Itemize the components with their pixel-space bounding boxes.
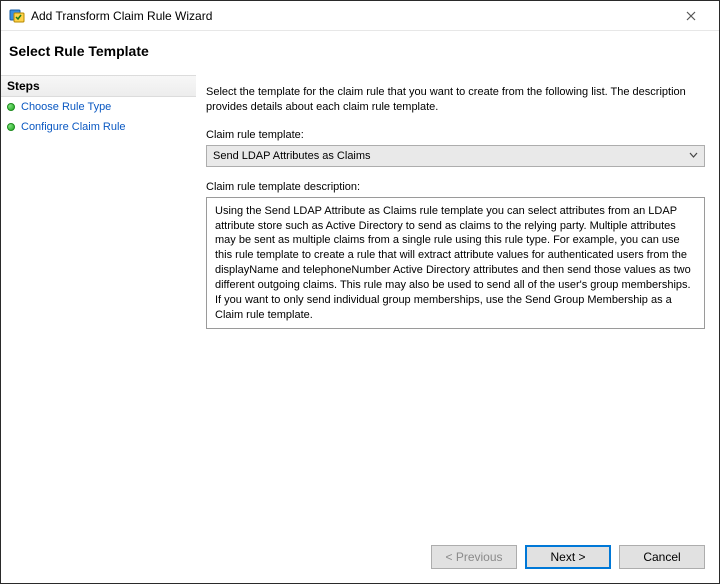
step-label: Choose Rule Type	[21, 101, 111, 113]
select-value: Send LDAP Attributes as Claims	[213, 150, 371, 162]
step-label: Configure Claim Rule	[21, 121, 126, 133]
template-label: Claim rule template:	[206, 129, 705, 141]
intro-text: Select the template for the claim rule t…	[206, 85, 705, 115]
step-bullet-icon	[7, 103, 15, 111]
wizard-body: Steps Choose Rule Type Configure Claim R…	[1, 75, 719, 535]
description-label: Claim rule template description:	[206, 181, 705, 193]
step-choose-rule-type[interactable]: Choose Rule Type	[1, 97, 196, 117]
close-button[interactable]	[671, 1, 711, 30]
steps-heading: Steps	[1, 75, 196, 97]
window-title: Add Transform Claim Rule Wizard	[31, 9, 665, 23]
cancel-button[interactable]: Cancel	[619, 545, 705, 569]
app-icon	[9, 8, 25, 24]
main-panel: Select the template for the claim rule t…	[196, 75, 719, 535]
template-description: Using the Send LDAP Attribute as Claims …	[206, 197, 705, 330]
page-header: Select Rule Template	[1, 31, 719, 75]
wizard-window: Add Transform Claim Rule Wizard Select R…	[0, 0, 720, 584]
steps-sidebar: Steps Choose Rule Type Configure Claim R…	[1, 75, 196, 535]
previous-button: < Previous	[431, 545, 517, 569]
step-configure-claim-rule[interactable]: Configure Claim Rule	[1, 117, 196, 137]
next-button[interactable]: Next >	[525, 545, 611, 569]
button-row: < Previous Next > Cancel	[1, 535, 719, 583]
titlebar: Add Transform Claim Rule Wizard	[1, 1, 719, 31]
claim-rule-template-select[interactable]: Send LDAP Attributes as Claims	[206, 145, 705, 167]
page-title: Select Rule Template	[9, 43, 711, 59]
step-bullet-icon	[7, 123, 15, 131]
close-icon	[686, 11, 696, 21]
chevron-down-icon	[689, 150, 698, 161]
